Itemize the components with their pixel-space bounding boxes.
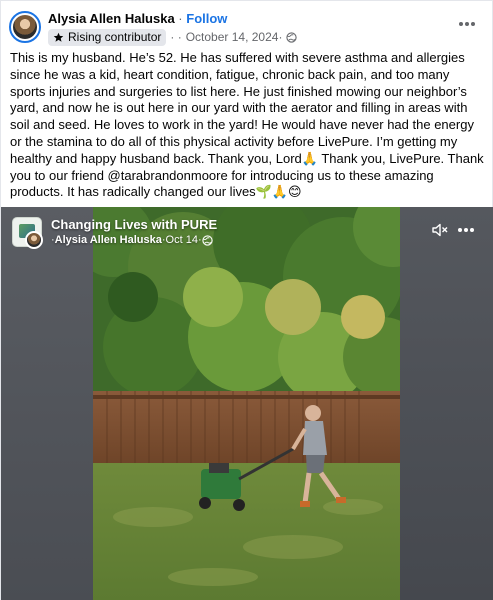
post-meta: Rising contributor · · October 14, 2024 … bbox=[48, 28, 298, 46]
video-player[interactable]: Changing Lives with PURE · Alysia Allen … bbox=[1, 207, 493, 600]
author-separator: · bbox=[174, 11, 187, 26]
channel-author-avatar[interactable] bbox=[25, 231, 43, 249]
follow-button[interactable]: Follow bbox=[186, 11, 227, 26]
fence-rail bbox=[93, 395, 400, 399]
date-suffix: · bbox=[278, 30, 283, 44]
date-prefix: · · bbox=[170, 30, 182, 44]
badge-label: Rising contributor bbox=[68, 30, 162, 44]
video-author[interactable]: Alysia Allen Haluska bbox=[55, 234, 162, 246]
video-subtitle: · Alysia Allen Haluska · Oct 14 · bbox=[51, 234, 213, 246]
post-card: Alysia Allen Haluska · Follow Rising con… bbox=[0, 0, 493, 600]
globe-icon bbox=[201, 234, 213, 246]
author-avatar[interactable] bbox=[9, 11, 41, 43]
globe-icon bbox=[286, 31, 298, 43]
post-more-button[interactable] bbox=[456, 15, 478, 33]
author-name[interactable]: Alysia Allen Haluska bbox=[48, 11, 175, 26]
post-text: This is my husband. He’s 52. He has suff… bbox=[10, 50, 484, 200]
video-date[interactable]: Oct 14 bbox=[166, 234, 198, 246]
video-still bbox=[93, 207, 400, 600]
video-more-button[interactable] bbox=[457, 223, 475, 237]
volume-muted-icon bbox=[432, 223, 448, 237]
author-line: Alysia Allen Haluska · Follow bbox=[48, 11, 227, 26]
star-icon bbox=[53, 32, 64, 42]
video-letterbox-left bbox=[1, 207, 93, 600]
more-icon bbox=[458, 228, 462, 232]
post-date[interactable]: October 14, 2024 bbox=[186, 30, 279, 44]
video-letterbox-right bbox=[400, 207, 493, 600]
rising-contributor-badge[interactable]: Rising contributor bbox=[48, 28, 167, 46]
video-header: Changing Lives with PURE · Alysia Allen … bbox=[1, 207, 493, 257]
video-frame[interactable] bbox=[93, 207, 400, 600]
mute-button[interactable] bbox=[431, 221, 449, 239]
post-header: Alysia Allen Haluska · Follow Rising con… bbox=[1, 1, 493, 51]
video-title[interactable]: Changing Lives with PURE bbox=[51, 217, 217, 232]
more-icon bbox=[459, 22, 463, 26]
